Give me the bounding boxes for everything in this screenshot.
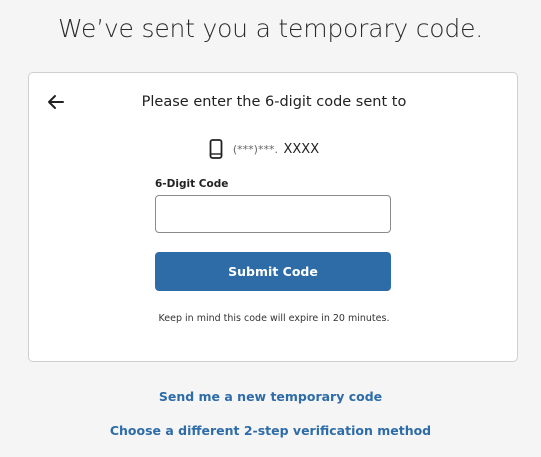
code-input[interactable] [155, 195, 391, 233]
different-method-link[interactable]: Choose a different 2-step verification m… [0, 423, 541, 438]
submit-code-button[interactable]: Submit Code [155, 252, 391, 291]
masked-phone-number: (***)***. XXXX [233, 142, 319, 157]
expiry-note: Keep in mind this code will expire in 20… [158, 313, 390, 324]
verification-card: Please enter the 6-digit code sent to (*… [28, 72, 518, 362]
mobile-phone-icon [209, 139, 223, 159]
masked-phone-last-digits: XXXX [283, 141, 320, 157]
masked-phone-prefix: (***)***. [232, 142, 278, 156]
page-headline: We’ve sent you a temporary code. [57, 14, 483, 43]
code-prompt: Please enter the 6-digit code sent to [141, 94, 407, 110]
code-field-label: 6-Digit Code [155, 178, 229, 190]
resend-code-link[interactable]: Send me a new temporary code [0, 389, 541, 404]
phone-number-row: (***)***. XXXX [29, 139, 519, 159]
